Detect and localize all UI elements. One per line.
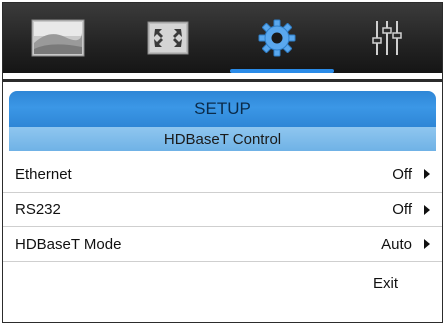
menu-item-value: Off xyxy=(392,166,412,183)
arrow-right-icon xyxy=(424,205,430,215)
gear-icon xyxy=(258,19,296,57)
menu-item-rs232[interactable]: RS232 Off xyxy=(3,193,442,227)
arrow-right-icon xyxy=(424,239,430,249)
menu-item-value: Off xyxy=(392,201,412,218)
menu-item-ethernet[interactable]: Ethernet Off xyxy=(3,157,442,193)
menu-item-label: HDBaseT Mode xyxy=(15,235,122,253)
tab-display[interactable] xyxy=(136,12,200,64)
tab-setup[interactable] xyxy=(245,12,309,64)
menu-item-label: RS232 xyxy=(15,201,61,218)
menu-item-hdbaset-mode[interactable]: HDBaseT Mode Auto xyxy=(3,227,442,262)
divider xyxy=(3,79,442,82)
image-icon xyxy=(31,19,85,57)
tab-bar xyxy=(3,3,442,73)
equalizer-sliders-icon xyxy=(372,21,402,55)
menu-item-value: Auto xyxy=(381,235,412,253)
osd-menu: SETUP HDBaseT Control Ethernet Off RS232… xyxy=(2,2,443,323)
menu-subtitle: HDBaseT Control xyxy=(9,127,436,151)
fullscreen-icon xyxy=(147,21,189,55)
tab-audio[interactable] xyxy=(355,12,419,64)
menu-item-label: Ethernet xyxy=(15,166,72,183)
tab-image[interactable] xyxy=(26,12,90,64)
menu-list: Ethernet Off RS232 Off HDBaseT Mode Auto… xyxy=(3,157,442,304)
exit-row: Exit xyxy=(3,262,442,304)
exit-button[interactable]: Exit xyxy=(373,275,398,292)
arrow-right-icon xyxy=(424,169,430,179)
menu-title: SETUP xyxy=(9,91,436,127)
